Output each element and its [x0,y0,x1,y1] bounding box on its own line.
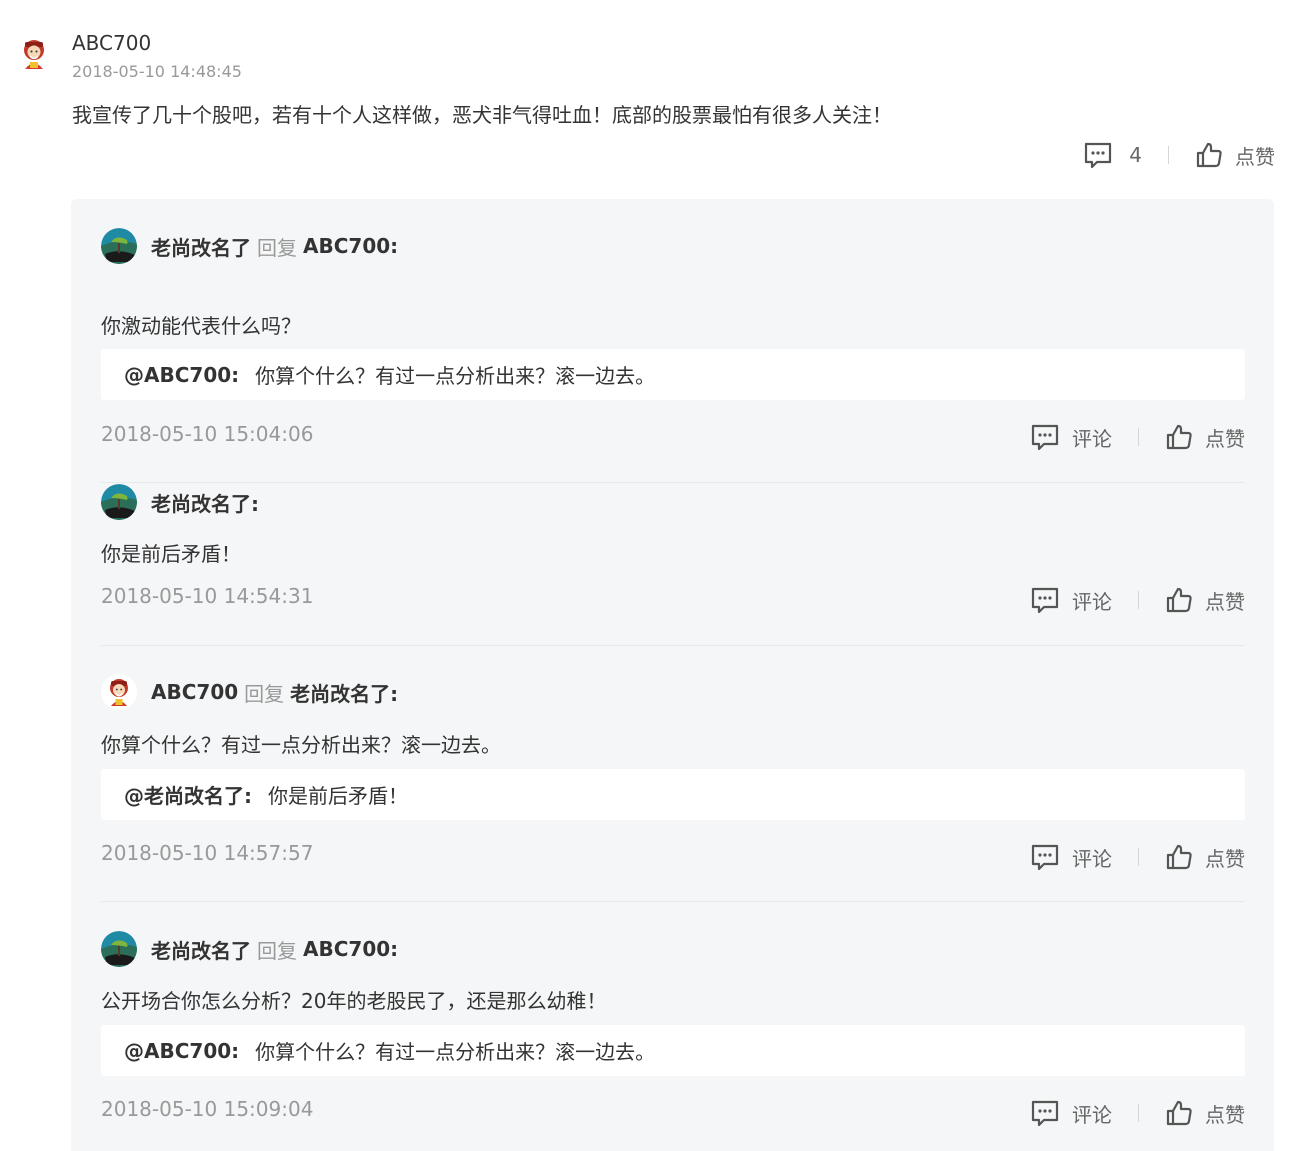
reply-actions: 评论 点赞 [1030,420,1245,454]
divider [1138,848,1139,866]
comment-icon [1031,1100,1059,1127]
comment-icon [1031,587,1059,614]
reply-timestamp: 2018-05-10 15:04:06 [101,422,314,446]
avatar[interactable] [101,484,137,520]
comment-button[interactable]: 评论 [1030,586,1112,615]
like-label: 点赞 [1205,426,1245,451]
reply-header: 老尚改名了 回复 ABC700: [101,929,398,969]
comment-timestamp: 2018-05-10 14:48:45 [72,62,242,81]
like-label: 点赞 [1205,1102,1245,1127]
reply-word: 回复 [257,235,297,260]
reply-word: 回复 [257,938,297,963]
like-label: 点赞 [1205,589,1245,614]
divider [1138,591,1139,609]
avatar[interactable] [101,931,137,967]
comment-button[interactable]: 评论 [1030,1099,1112,1128]
like-button[interactable]: 点赞 [1165,423,1245,452]
reply-divider [101,645,1245,646]
comment-button[interactable]: 评论 [1030,423,1112,452]
reply-item: 老尚改名了 回复 ABC700: 你激动能代表什么吗？ @ABC700: 你算个… [101,226,1245,483]
reply-header: ABC700 回复 老尚改名了: [101,672,398,712]
comment-icon [1031,424,1059,451]
comment-author[interactable]: ABC700 [72,31,151,55]
thumbs-up-icon [1166,587,1192,613]
divider [1138,428,1139,446]
reply-text: 你激动能代表什么吗？ [101,314,301,338]
comment-thread: ABC700 2018-05-10 14:48:45 我宣传了几十个股吧，若有十… [0,0,1297,1151]
reply-header: 老尚改名了 回复 ABC700: [101,226,398,266]
like-label: 点赞 [1235,144,1275,169]
comment-label: 评论 [1072,426,1112,451]
reply-target[interactable]: ABC700: [303,234,398,258]
avatar[interactable] [16,36,52,72]
thumbs-up-icon [1166,424,1192,450]
reply-text: 公开场合你怎么分析？20年的老股民了，还是那么幼稚！ [101,989,607,1013]
reply-count: 4 [1129,143,1142,167]
reply-actions: 评论 点赞 [1030,1096,1245,1130]
comment-icon [1085,142,1112,169]
reply-count-button[interactable]: 4 [1083,141,1142,169]
like-label: 点赞 [1205,846,1245,871]
quoted-text: 你算个什么？有过一点分析出来？滚一边去。 [255,1040,656,1064]
comment-actions: 4 点赞 [1083,138,1275,172]
quoted-author[interactable]: @老尚改名了: [124,780,252,809]
thumbs-up-icon [1196,142,1222,168]
fortune-god-avatar-icon [101,674,137,710]
reply-divider [101,901,1245,902]
avatar[interactable] [101,228,137,264]
reply-author[interactable]: 老尚改名了: [151,488,259,517]
bonsai-avatar-icon [101,484,137,520]
quoted-text: 你是前后矛盾！ [268,784,408,808]
quoted-reply: @ABC700: 你算个什么？有过一点分析出来？滚一边去。 [101,349,1245,400]
reply-target[interactable]: ABC700: [303,937,398,961]
reply-text: 你算个什么？有过一点分析出来？滚一边去。 [101,733,501,757]
reply-author[interactable]: 老尚改名了 [151,935,251,964]
avatar[interactable] [101,674,137,710]
like-button[interactable]: 点赞 [1165,843,1245,872]
divider [1168,146,1169,164]
reply-timestamp: 2018-05-10 14:54:31 [101,584,314,608]
fortune-god-avatar-icon [24,40,44,69]
reply-actions: 评论 点赞 [1030,840,1245,874]
comment-button[interactable]: 评论 [1030,843,1112,872]
reply-target[interactable]: 老尚改名了: [290,678,398,707]
reply-word: 回复 [244,681,285,706]
reply-text: 你是前后矛盾！ [101,542,241,566]
quoted-reply: @老尚改名了: 你是前后矛盾！ [101,769,1245,820]
reply-author[interactable]: ABC700 [151,680,238,704]
quoted-text: 你算个什么？有过一点分析出来？滚一边去。 [255,364,656,388]
like-button[interactable]: 点赞 [1165,586,1245,615]
quoted-reply: @ABC700: 你算个什么？有过一点分析出来？滚一边去。 [101,1025,1245,1076]
replies-panel: 老尚改名了 回复 ABC700: 你激动能代表什么吗？ @ABC700: 你算个… [71,199,1274,1151]
reply-timestamp: 2018-05-10 14:57:57 [101,841,314,865]
reply-item: ABC700 回复 老尚改名了: 你算个什么？有过一点分析出来？滚一边去。 @老… [101,672,1245,902]
divider [1138,1104,1139,1122]
comment-text: 我宣传了几十个股吧，若有十个人这样做，恶犬非气得吐血！底部的股票最怕有很多人关注… [72,103,892,127]
like-button[interactable]: 点赞 [1165,1099,1245,1128]
reply-item: 老尚改名了 回复 ABC700: 公开场合你怎么分析？20年的老股民了，还是那么… [101,929,1245,1151]
comment-label: 评论 [1072,1102,1112,1127]
reply-item: 老尚改名了: 你是前后矛盾！ 2018-05-10 14:54:31 评论 点赞 [101,482,1245,647]
quoted-author[interactable]: @ABC700: [124,363,239,387]
bonsai-avatar-icon [101,228,137,264]
reply-author[interactable]: 老尚改名了 [151,232,251,261]
comment-icon [1031,844,1059,871]
reply-actions: 评论 点赞 [1030,583,1245,617]
comment-label: 评论 [1072,589,1112,614]
bonsai-avatar-icon [101,931,137,967]
comment-label: 评论 [1072,846,1112,871]
thumbs-up-icon [1166,844,1192,870]
like-button[interactable]: 点赞 [1195,141,1275,170]
quoted-author[interactable]: @ABC700: [124,1039,239,1063]
reply-header: 老尚改名了: [101,482,259,522]
thumbs-up-icon [1166,1100,1192,1126]
reply-timestamp: 2018-05-10 15:09:04 [101,1097,314,1121]
